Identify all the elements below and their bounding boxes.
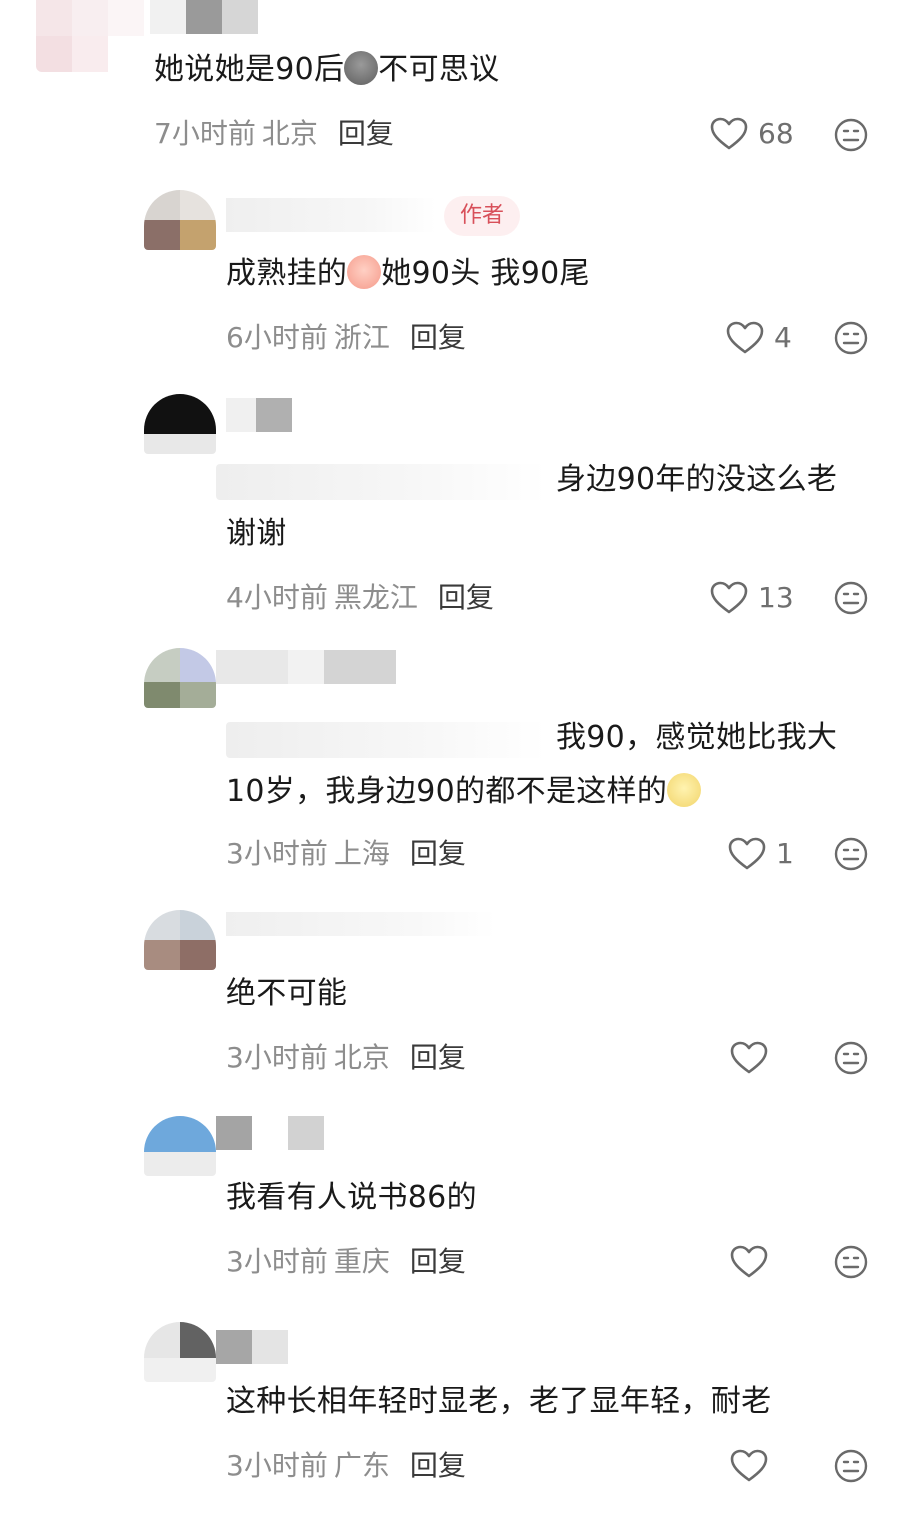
comment-location: 北京 — [333, 1041, 390, 1074]
heart-outline-icon — [730, 1245, 768, 1278]
comment-time: 3小时前 — [226, 1449, 328, 1482]
comment-time: 3小时前 — [226, 1041, 328, 1074]
comment-text-part: 成熟挂的 — [226, 256, 348, 291]
meh-face-icon[interactable] — [834, 1449, 868, 1483]
comment-meta: 3小时前 上海 回复 — [226, 834, 466, 874]
heart-outline-icon — [728, 837, 766, 870]
like-button[interactable] — [730, 1446, 778, 1486]
meh-face-icon[interactable] — [834, 837, 868, 871]
username-redacted[interactable] — [226, 198, 436, 232]
username-redacted[interactable] — [226, 398, 292, 432]
comment-location: 广东 — [333, 1449, 390, 1482]
meh-face-icon[interactable] — [834, 321, 868, 355]
comment-meta: 3小时前 广东 回复 — [226, 1446, 466, 1486]
comment-location: 黑龙江 — [333, 581, 418, 614]
reply-button[interactable]: 回复 — [438, 581, 494, 614]
dog-face-emoji-icon — [667, 773, 702, 807]
heart-outline-icon — [730, 1449, 768, 1482]
comment-text-line: 身边90年的没这么老 — [556, 462, 838, 497]
comment-item: 我90，感觉她比我大 10岁，我身边90的都不是这样的 3小时前 上海 回复 1 — [0, 646, 922, 896]
like-count: 13 — [758, 581, 794, 614]
comment-text: 成熟挂的 她90头 我90尾 — [226, 246, 590, 302]
reply-button[interactable]: 回复 — [410, 1449, 466, 1482]
comment-text-part: 不可思议 — [378, 52, 500, 87]
comment-meta: 6小时前 浙江 回复 — [226, 318, 466, 358]
avatar[interactable] — [144, 648, 216, 708]
like-count: 68 — [758, 117, 794, 150]
reply-button[interactable]: 回复 — [410, 1245, 466, 1278]
avatar[interactable] — [36, 0, 144, 72]
heart-outline-icon — [710, 581, 748, 614]
meh-face-icon[interactable] — [834, 1041, 868, 1075]
like-button[interactable]: 13 — [710, 578, 794, 618]
heart-outline-icon — [730, 1041, 768, 1074]
comment-item: 绝不可能 3小时前 北京 回复 — [0, 906, 922, 1096]
avatar[interactable] — [144, 910, 216, 970]
comment-text: 绝不可能 — [226, 976, 348, 1011]
heart-outline-icon — [726, 321, 764, 354]
comment-time: 3小时前 — [226, 837, 328, 870]
username-redacted[interactable] — [216, 1330, 290, 1364]
comment-meta: 3小时前 北京 回复 — [226, 1038, 466, 1078]
comment-location: 上海 — [333, 837, 390, 870]
comment-meta: 7小时前 北京 回复 — [154, 114, 394, 154]
reply-button[interactable]: 回复 — [410, 321, 466, 354]
quoted-reply-redacted — [226, 722, 546, 758]
comment-time: 6小时前 — [226, 321, 328, 354]
username-redacted[interactable] — [216, 650, 396, 684]
comment-text: 10岁，我身边90的都不是这样的 — [226, 764, 702, 820]
like-button[interactable]: 68 — [710, 114, 794, 154]
comment-text: 她说她是90后 不可思议 — [154, 42, 499, 98]
comment-meta: 3小时前 重庆 回复 — [226, 1242, 466, 1282]
quoted-reply-redacted — [216, 464, 546, 500]
like-button[interactable] — [730, 1038, 778, 1078]
like-count: 4 — [774, 321, 792, 354]
comment-item: 我看有人说书86的 3小时前 重庆 回复 — [0, 1110, 922, 1300]
comment-item: 作者 成熟挂的 她90头 我90尾 6小时前 浙江 回复 4 — [0, 186, 922, 376]
comment-text-line: 谢谢 — [226, 516, 287, 551]
comment-time: 3小时前 — [226, 1245, 328, 1278]
comment-text-part: 她90头 我90尾 — [381, 256, 590, 291]
comment-time: 7小时前 — [154, 117, 256, 150]
comment-text-part: 10岁，我身边90的都不是这样的 — [226, 774, 668, 809]
comment-text-part: 她说她是90后 — [154, 52, 345, 87]
comment-location: 北京 — [261, 117, 318, 150]
username-redacted[interactable] — [216, 1116, 326, 1150]
reply-button[interactable]: 回复 — [410, 1041, 466, 1074]
comment-item: 她说她是90后 不可思议 7小时前 北京 回复 68 — [0, 0, 922, 170]
comment-item: 这种长相年轻时显老，老了显年轻，耐老 3小时前 广东 回复 — [0, 1316, 922, 1514]
avatar[interactable] — [144, 394, 216, 454]
crying-face-emoji-icon — [347, 255, 382, 289]
comment-item: 身边90年的没这么老 谢谢 4小时前 黑龙江 回复 13 — [0, 392, 922, 632]
meh-face-icon[interactable] — [834, 118, 868, 152]
author-badge: 作者 — [444, 196, 521, 236]
username-redacted[interactable] — [226, 912, 496, 936]
comment-text-line: 我90，感觉她比我大 — [556, 720, 838, 755]
avatar[interactable] — [144, 190, 216, 250]
heart-outline-icon — [710, 117, 748, 150]
meh-face-icon[interactable] — [834, 581, 868, 615]
avatar[interactable] — [144, 1116, 216, 1176]
comment-meta: 4小时前 黑龙江 回复 — [226, 578, 494, 618]
meh-face-icon[interactable] — [834, 1245, 868, 1279]
like-button[interactable] — [730, 1242, 778, 1282]
like-button[interactable]: 1 — [728, 834, 794, 874]
comment-text: 我看有人说书86的 — [226, 1180, 477, 1215]
comment-text: 这种长相年轻时显老，老了显年轻，耐老 — [226, 1384, 772, 1419]
like-count: 1 — [776, 837, 794, 870]
poop-emoji-icon — [344, 51, 379, 85]
like-button[interactable]: 4 — [726, 318, 792, 358]
comment-time: 4小时前 — [226, 581, 328, 614]
comment-location: 浙江 — [333, 321, 390, 354]
comment-location: 重庆 — [333, 1245, 390, 1278]
avatar[interactable] — [144, 1322, 216, 1382]
reply-button[interactable]: 回复 — [338, 117, 394, 150]
reply-button[interactable]: 回复 — [410, 837, 466, 870]
username-redacted[interactable] — [150, 0, 260, 34]
